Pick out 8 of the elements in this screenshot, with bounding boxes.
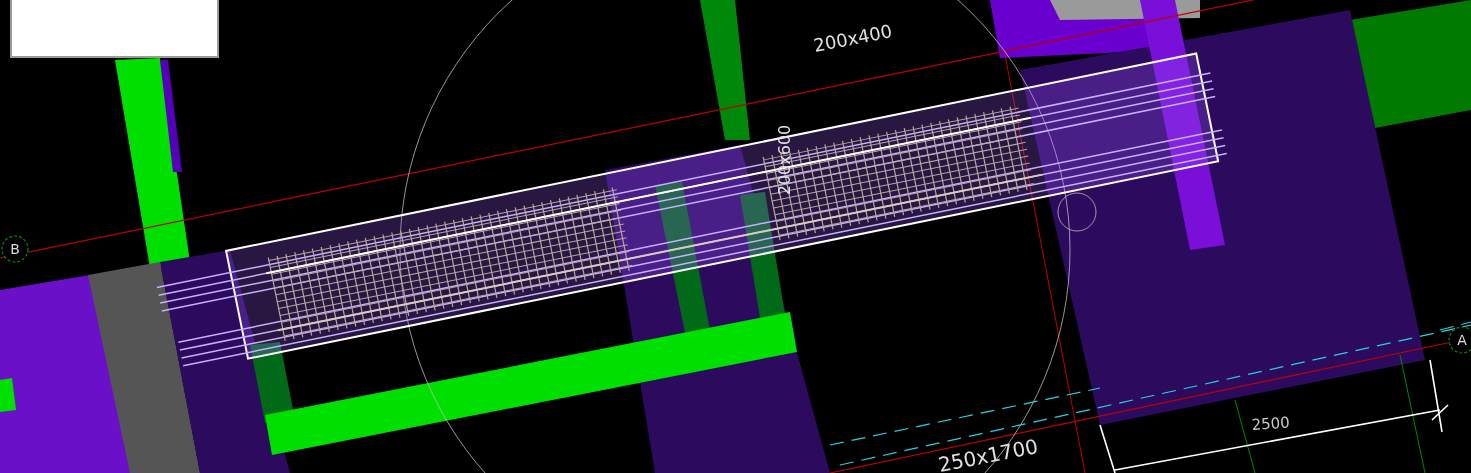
axis-label: A	[1457, 332, 1467, 348]
section-label: 250x1700	[936, 434, 1040, 473]
axis-bubble	[1448, 326, 1471, 354]
axis-label: B	[10, 241, 20, 257]
section-label: 200x400	[811, 20, 894, 56]
axis-bubble	[1, 235, 29, 263]
section-label: 200x600	[775, 124, 794, 196]
dimension-text: 2500	[1251, 413, 1291, 434]
